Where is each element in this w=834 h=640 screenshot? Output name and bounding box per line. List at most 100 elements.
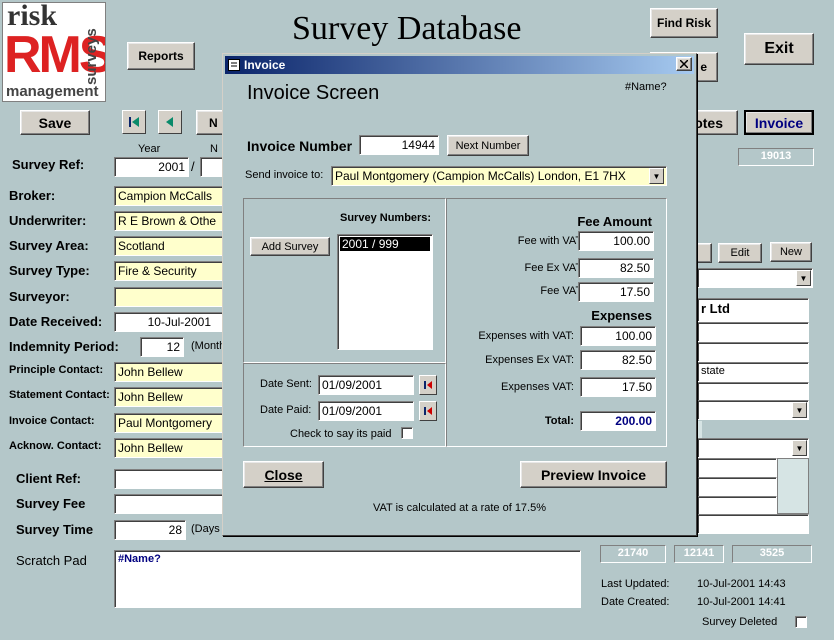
statement-contact-field[interactable]: John Bellew bbox=[114, 387, 224, 407]
code-3: 3525 bbox=[732, 545, 812, 563]
surveyor-field[interactable] bbox=[114, 287, 224, 307]
broker-field[interactable]: Campion McCalls bbox=[114, 186, 224, 206]
expenses-label: Expenses bbox=[591, 308, 652, 323]
logo-management-text: management bbox=[6, 83, 99, 100]
survey-area-field[interactable]: Scotland bbox=[114, 236, 224, 256]
first-record-icon bbox=[129, 117, 139, 127]
fee-amount-label: Fee Amount bbox=[577, 214, 652, 229]
survey-ref-year-field[interactable]: 2001 bbox=[114, 157, 189, 177]
client-ref-label: Client Ref: bbox=[16, 471, 81, 486]
survey-numbers-label: Survey Numbers: bbox=[340, 212, 432, 224]
date-received-field[interactable]: 10-Jul-2001 bbox=[114, 312, 224, 332]
company-name-field[interactable]: r Ltd bbox=[697, 298, 809, 322]
indemnity-period-label: Indemnity Period: bbox=[9, 339, 119, 354]
exp-ex-vat-label: Expenses Ex VAT: bbox=[485, 354, 574, 366]
invoice-number-label: Invoice Number bbox=[247, 138, 353, 154]
previous-record-icon bbox=[166, 117, 173, 127]
date-sent-picker-button[interactable] bbox=[419, 375, 437, 395]
contact-detail-4[interactable] bbox=[697, 514, 809, 534]
exp-with-vat-field[interactable]: 100.00 bbox=[580, 326, 656, 346]
add-survey-button[interactable]: Add Survey bbox=[250, 237, 330, 256]
date-created-label: Date Created: bbox=[601, 596, 670, 608]
address-line3-field[interactable]: state bbox=[697, 362, 809, 382]
dialog-title: Invoice bbox=[244, 58, 286, 72]
contact-detail-2[interactable] bbox=[697, 477, 777, 497]
date-paid-picker-button[interactable] bbox=[419, 401, 437, 421]
date-sent-label: Date Sent: bbox=[260, 378, 312, 390]
contact-detail-3[interactable] bbox=[697, 496, 777, 516]
exp-vat-label: Expenses VAT: bbox=[501, 381, 574, 393]
exp-vat-field[interactable]: 17.50 bbox=[580, 377, 656, 397]
survey-deleted-checkbox[interactable] bbox=[795, 616, 807, 628]
survey-time-unit: (Days bbox=[191, 523, 220, 535]
survey-fee-field[interactable] bbox=[114, 494, 224, 514]
close-button-label: Close bbox=[264, 466, 303, 483]
fee-ex-vat-label: Fee Ex VAT: bbox=[524, 262, 584, 274]
code-2: 12141 bbox=[674, 545, 724, 563]
fee-vat-field[interactable]: 17.50 bbox=[578, 282, 654, 302]
client-ref-field[interactable] bbox=[114, 469, 224, 489]
page-title: Survey Database bbox=[292, 10, 522, 47]
rms-logo: risk RMS surveys management bbox=[2, 2, 106, 102]
previous-record-button[interactable] bbox=[158, 110, 182, 134]
invoice-dialog: Invoice Invoice Screen #Name? Invoice Nu… bbox=[222, 53, 697, 536]
exp-ex-vat-field[interactable]: 82.50 bbox=[580, 350, 656, 370]
date-created-value: 10-Jul-2001 14:41 bbox=[697, 596, 786, 608]
vat-note: VAT is calculated at a rate of 17.5% bbox=[372, 502, 547, 514]
fee-ex-vat-field[interactable]: 82.50 bbox=[578, 258, 654, 278]
preview-invoice-label: Preview Invoice bbox=[540, 466, 647, 483]
survey-time-field[interactable]: 28 bbox=[114, 520, 186, 540]
first-record-button[interactable] bbox=[122, 110, 146, 134]
address-line4-field[interactable] bbox=[697, 382, 809, 402]
survey-type-field[interactable]: Fire & Security bbox=[114, 261, 224, 281]
address-select-dropdown[interactable]: ▼ bbox=[792, 402, 807, 418]
reports-button[interactable]: Reports bbox=[127, 42, 195, 70]
dialog-titlebar[interactable]: Invoice bbox=[225, 56, 694, 74]
exit-button[interactable]: Exit bbox=[744, 33, 814, 65]
survey-area-label: Survey Area: bbox=[9, 238, 89, 253]
acknow-contact-field[interactable]: John Bellew bbox=[114, 438, 224, 458]
principle-contact-field[interactable]: John Bellew bbox=[114, 362, 224, 382]
save-button[interactable]: Save bbox=[20, 110, 90, 135]
year-label: Year bbox=[138, 143, 161, 155]
invoice-contact-label: Invoice Contact: bbox=[9, 415, 95, 427]
dialog-close-x-button[interactable] bbox=[676, 57, 692, 71]
invoice-number-field[interactable]: 14944 bbox=[359, 135, 439, 155]
last-updated-value: 10-Jul-2001 14:43 bbox=[697, 578, 786, 590]
contact-select-dropdown[interactable]: ▼ bbox=[792, 440, 807, 456]
preview-invoice-button[interactable]: Preview Invoice bbox=[520, 461, 667, 488]
send-to-dropdown[interactable]: ▼ bbox=[649, 168, 664, 184]
survey-deleted-label: Survey Deleted bbox=[702, 616, 778, 628]
underwriter-field[interactable]: R E Brown & Othe bbox=[114, 211, 224, 231]
underwriter-label: Underwriter: bbox=[9, 213, 87, 228]
survey-numbers-list[interactable]: 2001 / 999 bbox=[337, 234, 433, 350]
date-paid-field[interactable]: 01/09/2001 bbox=[318, 401, 414, 421]
total-label: Total: bbox=[544, 415, 574, 427]
survey-number-item[interactable]: 2001 / 999 bbox=[340, 237, 430, 251]
date-sent-field[interactable]: 01/09/2001 bbox=[318, 375, 414, 395]
scratch-pad-field[interactable]: #Name? bbox=[114, 550, 581, 608]
calendar-nav-icon bbox=[424, 407, 432, 415]
send-to-field[interactable]: Paul Montgomery (Campion McCalls) London… bbox=[331, 166, 667, 186]
fee-with-vat-field[interactable]: 100.00 bbox=[578, 231, 654, 251]
survey-ref-number-field[interactable] bbox=[200, 157, 224, 177]
survey-type-label: Survey Type: bbox=[9, 263, 90, 278]
new-button[interactable]: New bbox=[770, 242, 812, 262]
find-risk-button[interactable]: Find Risk bbox=[650, 8, 718, 38]
right-select-dropdown[interactable]: ▼ bbox=[796, 270, 811, 286]
name-error-text: #Name? bbox=[625, 81, 667, 93]
survey-fee-label: Survey Fee bbox=[16, 496, 86, 511]
address-line1-field[interactable] bbox=[697, 322, 809, 342]
next-number-button[interactable]: Next Number bbox=[447, 135, 529, 156]
survey-ref-separator: / bbox=[191, 159, 195, 174]
last-updated-label: Last Updated: bbox=[601, 578, 670, 590]
invoice-button[interactable]: Invoice bbox=[744, 110, 814, 135]
exp-with-vat-label: Expenses with VAT: bbox=[478, 330, 574, 342]
edit-button[interactable]: Edit bbox=[718, 243, 762, 263]
close-button[interactable]: Close bbox=[243, 461, 324, 488]
invoice-contact-field[interactable]: Paul Montgomery bbox=[114, 413, 224, 433]
paid-checkbox[interactable] bbox=[401, 427, 413, 439]
indemnity-period-field[interactable]: 12 bbox=[140, 337, 184, 357]
address-line2-field[interactable] bbox=[697, 342, 809, 362]
contact-detail-1[interactable] bbox=[697, 458, 777, 478]
